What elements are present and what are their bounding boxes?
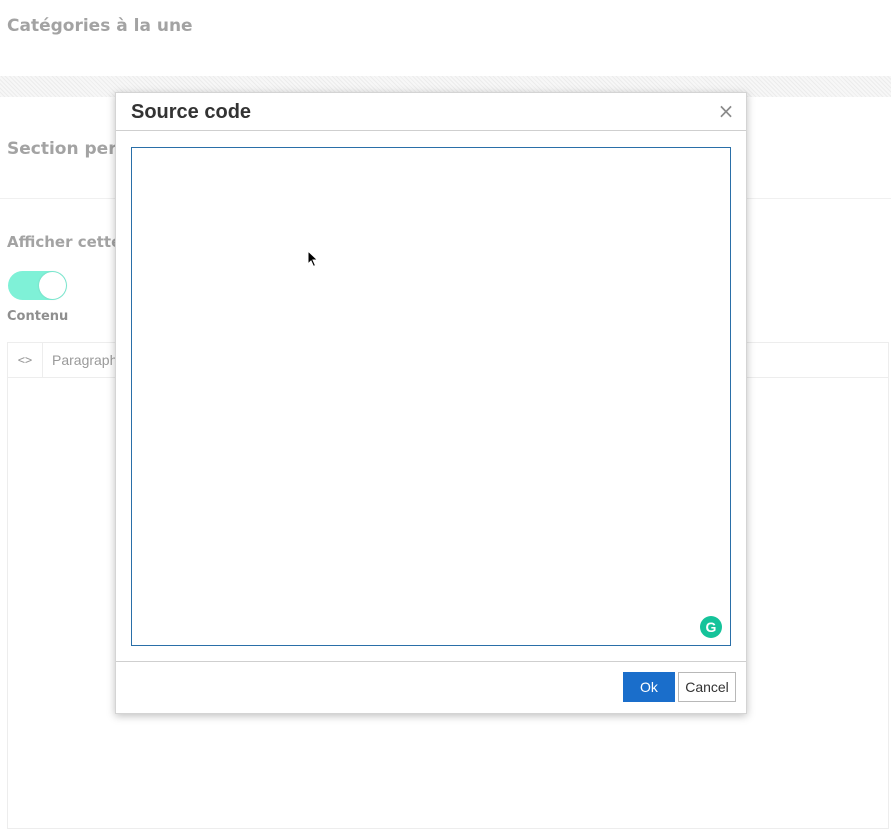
source-code-dialog: Source code × G Ok Cancel xyxy=(115,92,747,714)
close-icon[interactable]: × xyxy=(716,100,736,122)
ok-button[interactable]: Ok xyxy=(623,672,675,702)
cancel-button[interactable]: Cancel xyxy=(678,672,736,702)
mouse-cursor-icon xyxy=(307,250,319,268)
page: Catégories à la une Section pers Affiche… xyxy=(0,0,891,838)
source-code-textarea[interactable] xyxy=(131,147,731,646)
grammarly-icon[interactable]: G xyxy=(700,616,722,638)
dialog-title: Source code xyxy=(131,101,252,123)
textarea-wrapper: G xyxy=(131,147,731,646)
dialog-footer: Ok Cancel xyxy=(116,661,746,713)
dialog-header: Source code × xyxy=(116,93,746,131)
